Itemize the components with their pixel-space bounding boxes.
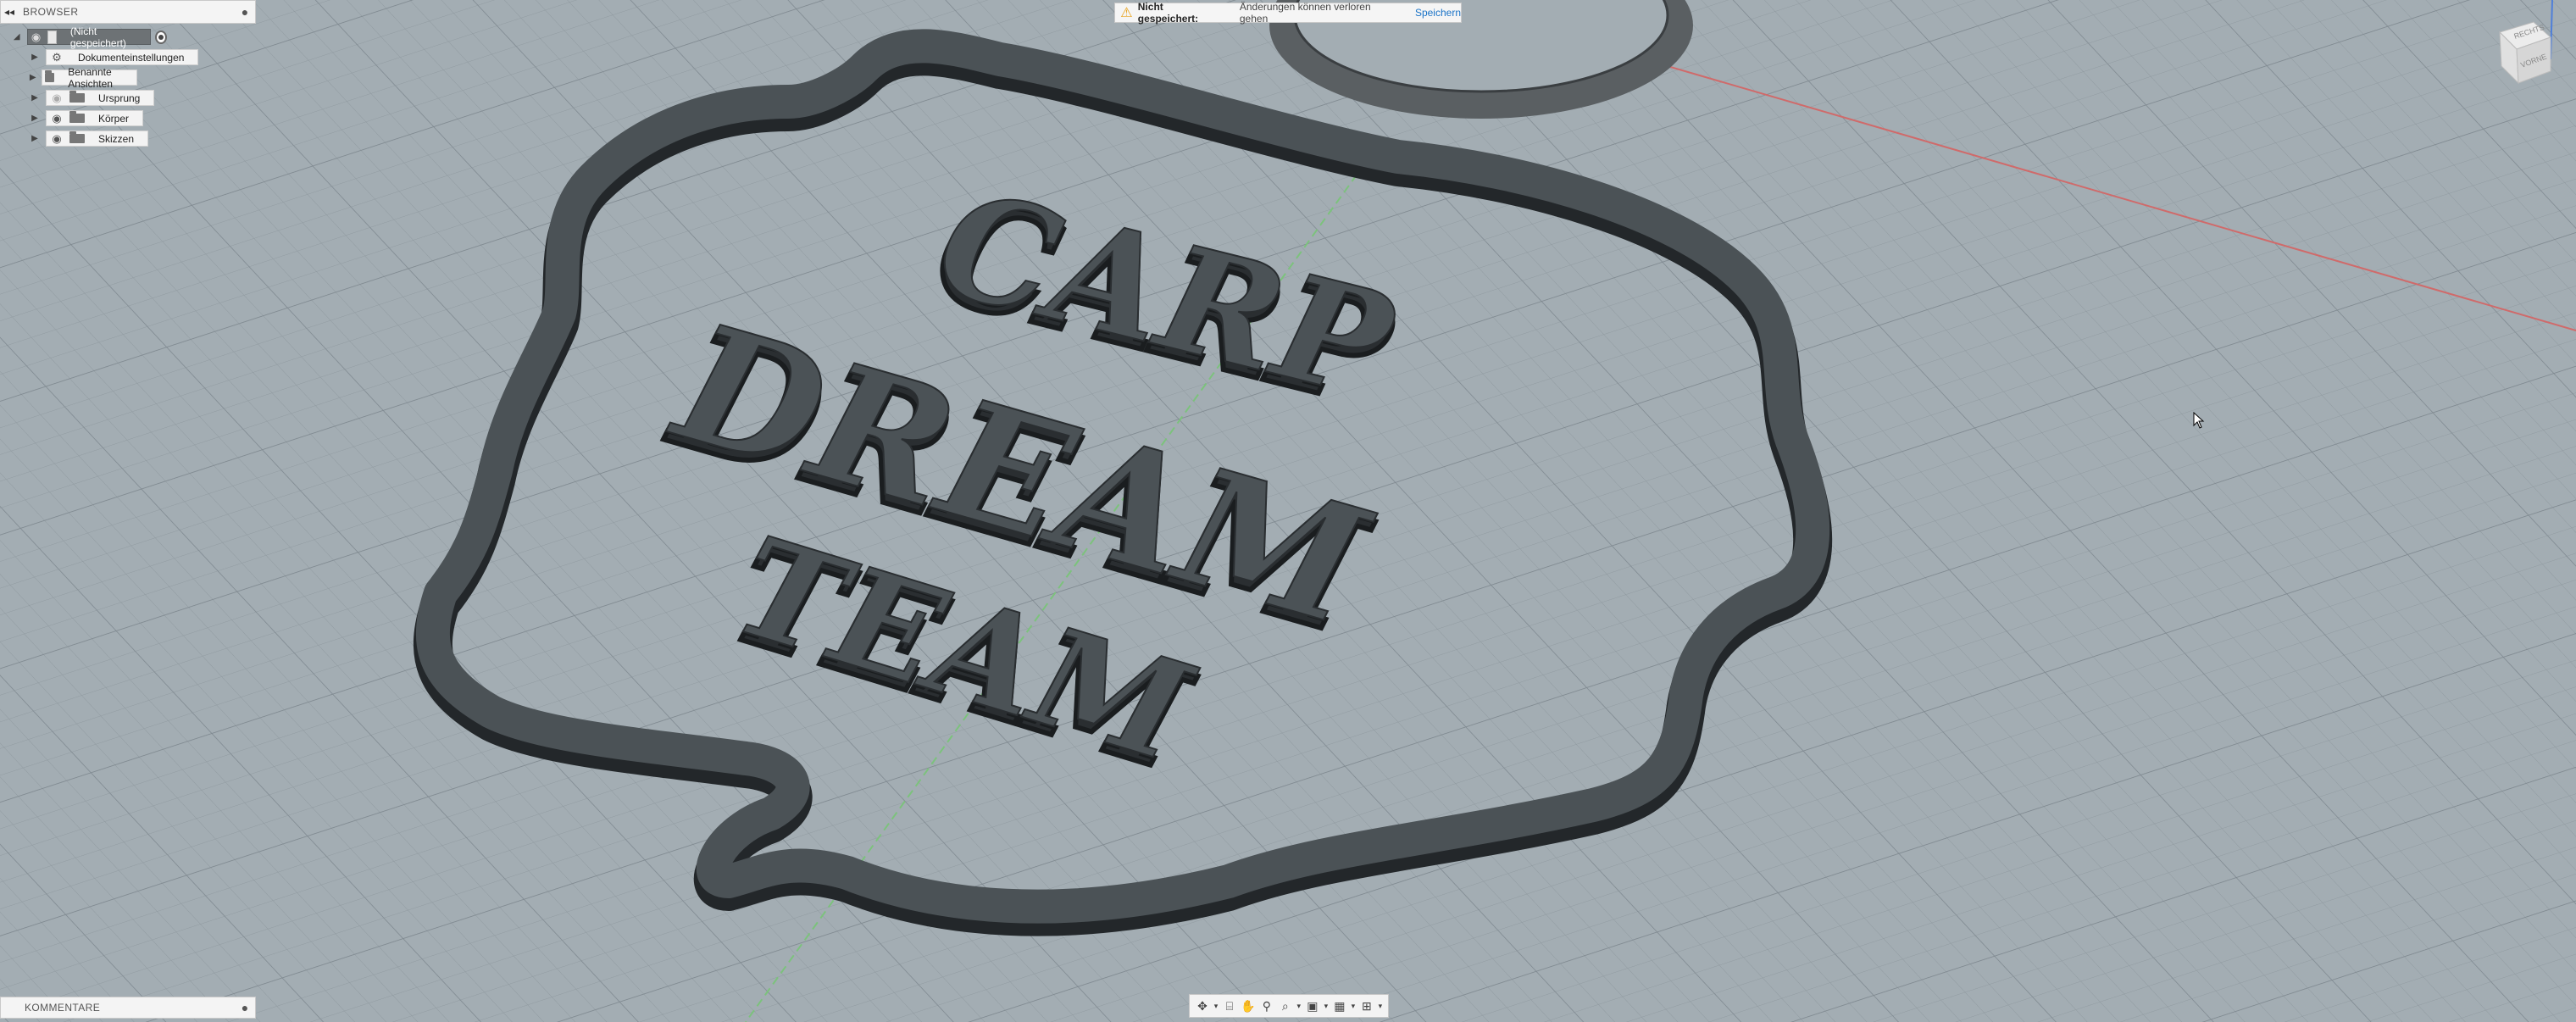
folder-icon [45,70,55,82]
expand-arrow-icon[interactable]: ▶ [29,72,36,84]
orbit-icon[interactable]: ✥ [1193,997,1212,1014]
tree-item-koerper[interactable]: ▶ ◉ Körper [29,109,144,127]
dropdown-icon[interactable]: ▾ [1295,997,1303,1014]
warning-icon: ⚠ [1120,6,1133,20]
view-cube[interactable]: RECHTS VORNE [2483,15,2559,92]
dropdown-icon[interactable]: ▾ [1376,997,1385,1014]
mouse-cursor-icon [2193,412,2205,429]
expand-arrow-icon[interactable]: ▶ [29,92,41,104]
navigation-toolbar: ✥ ▾ ⌸ ✋ ⚲ ⌕ ▾ ▣ ▾ ▦ ▾ ⊞ ▾ [1189,994,1389,1018]
eye-hidden-icon[interactable]: ◉ [49,92,64,105]
gear-icon: ⚙ [52,50,62,64]
display-settings-icon[interactable]: ▣ [1303,997,1322,1014]
folder-icon [69,131,85,143]
expand-arrow-icon[interactable]: ▶ [29,52,41,64]
fit-icon[interactable]: ⌕ [1276,997,1295,1014]
tree-item-ursprung[interactable]: ▶ ◉ Ursprung [29,89,155,107]
3d-viewport[interactable]: CARP CARP DREAM DREAM TEAM TEAM [0,0,2576,1022]
tree-item-benannte-ansichten[interactable]: ▶ Benannte Ansichten [29,66,137,90]
tree-item-skizzen[interactable]: ▶ ◉ Skizzen [29,130,149,147]
warning-message: Änderungen können verloren gehen [1239,1,1371,25]
look-at-icon[interactable]: ⌸ [1220,997,1239,1014]
eye-icon[interactable]: ◉ [49,132,64,146]
dropdown-icon[interactable]: ▾ [1212,997,1220,1014]
viewports-icon[interactable]: ⊞ [1357,997,1376,1014]
root-label: (Nicht gespeichert) [69,25,126,49]
comments-panel[interactable]: KOMMENTARE ● [0,997,256,1019]
browser-header: ◂◂ BROWSER ● [0,0,256,24]
warning-title: Nicht gespeichert: [1137,1,1199,25]
pin-icon[interactable]: ● [235,1001,255,1014]
dropdown-icon[interactable]: ▾ [1322,997,1330,1014]
collapse-icon[interactable]: ◂◂ [1,6,18,18]
pan-icon[interactable]: ✋ [1239,997,1257,1014]
unsaved-warning-bar: ⚠ Nicht gespeichert: Änderungen können v… [1114,1,1462,25]
tree-item-label: Benannte Ansichten [68,65,113,90]
browser-title: BROWSER [23,6,79,18]
tree-item-label: Ursprung [98,92,141,104]
save-link[interactable]: Speichern [1415,7,1461,19]
grid-settings-icon[interactable]: ▦ [1330,997,1349,1014]
root-toggle-icon[interactable]: ◢ [12,31,22,43]
comments-title: KOMMENTARE [25,1002,101,1014]
root-pill[interactable]: ◉ (Nicht gespeichert) [26,25,152,49]
tree-item-label: Körper [98,112,130,125]
tree-item-label: Dokumenteinstellungen [78,51,185,64]
tree-item-label: Skizzen [98,132,135,145]
zoom-icon[interactable]: ⚲ [1257,997,1276,1014]
tree-root[interactable]: ◢ ◉ (Nicht gespeichert) [12,25,168,49]
tree-item-dokumenteinstellungen[interactable]: ▶ ⚙ Dokumenteinstellungen [29,48,199,66]
active-radio-icon[interactable] [155,30,168,44]
document-icon [47,30,57,44]
dropdown-icon[interactable]: ▾ [1349,997,1357,1014]
folder-icon [69,111,85,123]
eye-icon[interactable]: ◉ [49,112,64,125]
expand-arrow-icon[interactable]: ▶ [29,113,41,125]
expand-arrow-icon[interactable]: ▶ [29,133,41,145]
eye-icon[interactable]: ◉ [31,31,42,44]
folder-icon [69,91,85,103]
pin-icon[interactable]: ● [235,5,255,19]
